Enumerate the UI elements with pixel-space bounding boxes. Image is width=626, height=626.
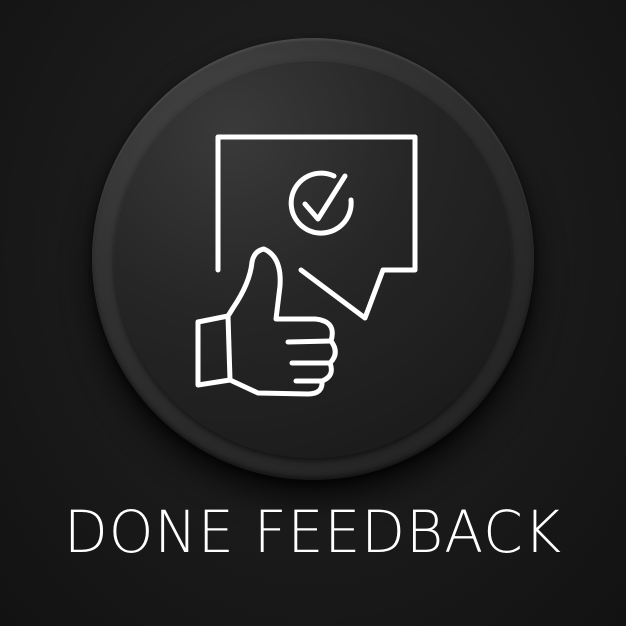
button-label: DONE FEEDBACK [63,498,563,566]
speech-bubble-icon [215,134,418,321]
check-circle-icon [288,170,354,236]
